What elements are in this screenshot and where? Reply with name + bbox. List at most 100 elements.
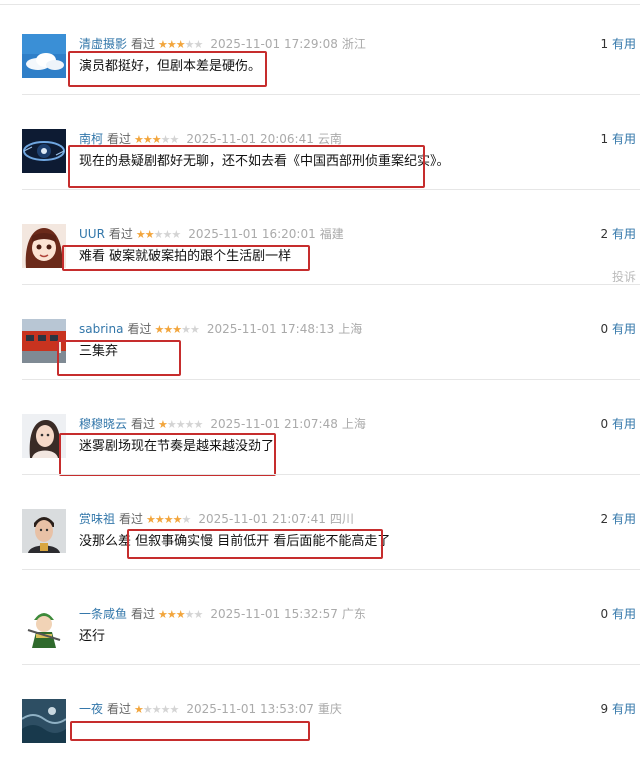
rating-stars: ★★★★★ [134,703,180,716]
rating-stars: ★★★★★ [158,38,204,51]
highlight-box [70,721,310,741]
useful-vote[interactable]: 2 有用 [601,226,636,242]
useful-count: 0 [600,417,609,431]
review-date: 2025-11-01 21:07:41 [198,512,326,526]
review-date: 2025-11-01 15:32:57 [210,607,338,621]
review-location: 浙江 [341,37,366,51]
useful-vote[interactable]: 1 有用 [601,36,636,52]
review-item: UUR 看过 ★★★★★ 2025-11-01 16:20:01 福建 2 有用 难看 … [0,190,640,285]
watch-status: 看过 [127,322,152,336]
star-empty-icon: ★ [193,608,204,621]
star-filled-icon: ★ [166,608,177,621]
username-link[interactable]: 清虚摄影 [79,37,127,51]
rating-stars: ★★★★★ [158,418,204,431]
review-location: 广东 [341,607,366,621]
review-meta: 穆穆晓云 看过 ★★★★★ 2025-11-01 21:07:48 上海 [79,416,366,433]
star-filled-icon: ★ [163,323,173,336]
username-link[interactable]: sabrina [79,322,123,336]
useful-label: 有用 [611,322,636,336]
star-filled-icon: ★ [154,513,165,526]
review-location: 四川 [329,512,354,526]
watch-status: 看过 [119,512,144,526]
useful-count: 2 [600,227,609,241]
star-empty-icon: ★ [193,38,204,51]
username-link[interactable]: UUR [79,227,105,241]
useful-vote[interactable]: 9 有用 [601,701,636,717]
highlight-box [59,433,276,476]
review-date: 2025-11-01 20:06:41 [186,132,314,146]
review-item: 一条咸鱼 看过 ★★★★★ 2025-11-01 15:32:57 广东 0 有用 还行 [0,570,640,665]
review-meta: sabrina 看过 ★★★★★ 2025-11-01 17:48:13 上海 [79,321,362,338]
review-item: 赏味祖 看过 ★★★★★ 2025-11-01 21:07:41 四川 2 有用 没那么… [0,475,640,570]
username-link[interactable]: 一条咸鱼 [79,607,127,621]
star-empty-icon: ★ [189,323,200,336]
star-filled-icon: ★ [172,513,183,526]
useful-vote[interactable]: 0 有用 [601,321,636,337]
useful-label: 有用 [611,607,636,621]
review-comment: 还行 [79,629,106,644]
useful-count: 1 [600,132,609,146]
star-empty-icon: ★ [184,608,195,621]
man-portrait-avatar[interactable] [22,509,66,553]
useful-count: 2 [600,512,609,526]
review-location: 上海 [338,322,363,336]
review-date: 2025-11-01 17:48:13 [206,322,335,336]
review-location: 重庆 [317,702,342,716]
star-filled-icon: ★ [146,513,156,526]
star-empty-icon: ★ [160,703,171,716]
review-date: 2025-11-01 13:53:07 [186,702,314,716]
report-link[interactable]: 投诉 [612,268,636,285]
rating-stars: ★★★★★ [135,228,181,241]
star-empty-icon: ★ [184,38,195,51]
useful-label: 有用 [611,37,636,51]
watch-status: 看过 [131,607,156,621]
review-date: 2025-11-01 17:29:08 [210,37,338,51]
highlight-box [68,145,425,188]
review-item: 南柯 看过 ★★★★★ 2025-11-01 20:06:41 云南 1 有用 现在的悬… [0,95,640,190]
highlight-box [57,340,181,376]
star-empty-icon: ★ [171,228,181,241]
review-location: 上海 [341,417,366,431]
useful-vote[interactable]: 0 有用 [601,416,636,432]
green-character-avatar[interactable] [22,604,66,648]
dark-eye-avatar[interactable] [22,129,66,173]
useful-vote[interactable]: 1 有用 [601,131,636,147]
star-empty-icon: ★ [193,418,204,431]
watch-status: 看过 [131,37,156,51]
star-empty-icon: ★ [169,703,180,716]
review-meta: 一条咸鱼 看过 ★★★★★ 2025-11-01 15:32:57 广东 [79,606,366,623]
useful-vote[interactable]: 2 有用 [601,511,636,527]
sky-cloud-avatar[interactable] [22,34,66,78]
useful-label: 有用 [611,132,636,146]
useful-count: 9 [600,702,609,716]
review-location: 云南 [317,132,342,146]
star-empty-icon: ★ [153,228,164,241]
review-meta: 一夜 看过 ★★★★★ 2025-11-01 13:53:07 重庆 [79,701,342,718]
username-link[interactable]: 一夜 [79,702,103,716]
star-filled-icon: ★ [135,228,146,241]
rating-stars: ★★★★★ [154,323,200,336]
star-empty-icon: ★ [181,323,191,336]
star-empty-icon: ★ [181,513,192,526]
highlight-box [62,245,310,271]
useful-count: 0 [600,607,609,621]
star-filled-icon: ★ [134,703,144,716]
useful-label: 有用 [611,702,636,716]
username-link[interactable]: 穆穆晓云 [79,417,127,431]
star-empty-icon: ★ [184,418,195,431]
useful-label: 有用 [611,417,636,431]
review-date: 2025-11-01 16:20:01 [188,227,316,241]
star-filled-icon: ★ [166,38,177,51]
review-item: sabrina 看过 ★★★★★ 2025-11-01 17:48:13 上海 0 有用… [0,285,640,380]
star-filled-icon: ★ [172,323,182,336]
useful-count: 1 [600,37,609,51]
anime-girl-avatar[interactable] [22,224,66,268]
username-link[interactable]: 赏味祖 [79,512,115,526]
username-link[interactable]: 南柯 [79,132,103,146]
star-filled-icon: ★ [175,38,186,51]
star-empty-icon: ★ [151,703,162,716]
star-empty-icon: ★ [166,418,177,431]
useful-count: 0 [600,322,609,336]
storm-sea-avatar[interactable] [22,699,66,743]
useful-vote[interactable]: 0 有用 [601,606,636,622]
